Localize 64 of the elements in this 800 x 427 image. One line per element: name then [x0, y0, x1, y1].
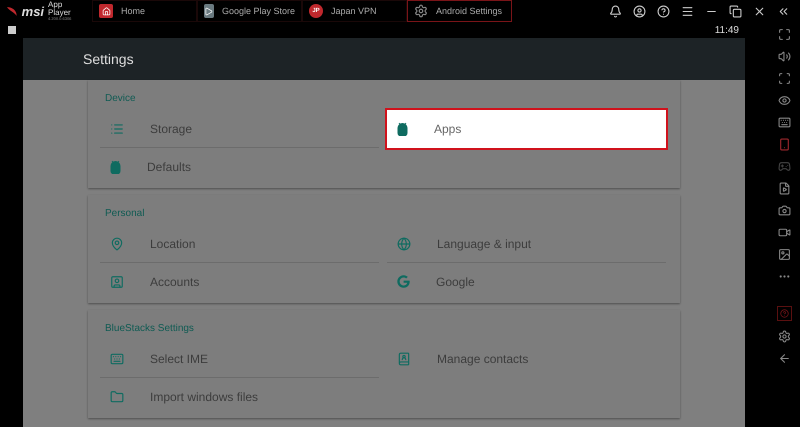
- settings-item[interactable]: Accounts: [100, 263, 379, 301]
- item-label: Manage contacts: [437, 352, 528, 366]
- fullscreen-icon[interactable]: [778, 28, 790, 41]
- keyboard-icon[interactable]: [778, 116, 790, 129]
- item-label: Accounts: [150, 274, 200, 288]
- page-title: Settings: [83, 51, 134, 67]
- list-icon: [110, 122, 124, 136]
- eye-icon[interactable]: [778, 94, 790, 107]
- brand-logo: msi: [22, 4, 44, 18]
- account-icon[interactable]: [633, 4, 646, 18]
- android-icon: [110, 160, 121, 174]
- video-icon[interactable]: [778, 226, 790, 239]
- settings-icon[interactable]: [778, 330, 790, 343]
- settings-item[interactable]: Location: [100, 225, 379, 263]
- app-name: App Player: [48, 1, 72, 17]
- app-tab[interactable]: Home: [92, 0, 197, 22]
- gear-icon: [414, 4, 428, 18]
- android-icon: [397, 122, 408, 136]
- section-header: BlueStacks Settings: [104, 322, 195, 336]
- item-label: Language & input: [437, 236, 532, 250]
- item-label: Google: [436, 274, 475, 288]
- item-label: Select IME: [150, 352, 208, 366]
- tab-label: Japan VPN: [331, 6, 377, 16]
- settings-item[interactable]: Select IME: [100, 340, 379, 378]
- contacts-icon: [397, 352, 411, 366]
- play-store-icon: [204, 4, 214, 18]
- settings-item[interactable]: Manage contacts: [387, 340, 666, 378]
- menu-icon[interactable]: [681, 4, 694, 18]
- item-label: Apps: [434, 122, 462, 136]
- globe-icon: [397, 236, 411, 250]
- section-header: Personal: [104, 206, 146, 220]
- phone-icon[interactable]: [778, 138, 790, 151]
- item-label: Location: [150, 236, 196, 250]
- tab-label: Android Settings: [436, 6, 502, 16]
- settings-item[interactable]: Defaults: [100, 148, 379, 186]
- location-pin-icon: [110, 236, 124, 250]
- tab-label: Google Play Store: [222, 6, 295, 16]
- item-label: Import windows files: [150, 390, 258, 404]
- account-icon: [110, 274, 124, 288]
- folder-icon: [110, 390, 124, 404]
- app-tab[interactable]: Android Settings: [407, 0, 512, 22]
- home-icon: [99, 4, 113, 18]
- google-logo-icon: [397, 275, 410, 288]
- image-icon[interactable]: [778, 248, 790, 261]
- install-apk-icon[interactable]: [778, 182, 790, 195]
- back-icon[interactable]: [778, 352, 790, 365]
- settings-item[interactable]: Language & input: [387, 225, 666, 263]
- scan-icon[interactable]: [778, 72, 790, 85]
- item-label: Defaults: [147, 160, 192, 174]
- close-icon[interactable]: [753, 4, 766, 18]
- bell-icon[interactable]: [609, 4, 622, 18]
- tab-label: Home: [121, 6, 146, 16]
- app-tab[interactable]: Google Play Store: [197, 0, 302, 22]
- settings-item[interactable]: Import windows files: [100, 378, 379, 416]
- settings-item[interactable]: Storage: [100, 110, 379, 148]
- volume-icon[interactable]: [778, 50, 790, 63]
- item-label: Storage: [150, 122, 192, 136]
- settings-item[interactable]: Google: [387, 263, 666, 301]
- section-header: Device: [104, 92, 137, 106]
- restore-icon[interactable]: [729, 4, 742, 18]
- clock-time: 11:49: [714, 24, 739, 36]
- settings-item[interactable]: Apps: [387, 110, 666, 148]
- keyboard-icon: [110, 352, 124, 366]
- camera-icon[interactable]: [778, 204, 790, 217]
